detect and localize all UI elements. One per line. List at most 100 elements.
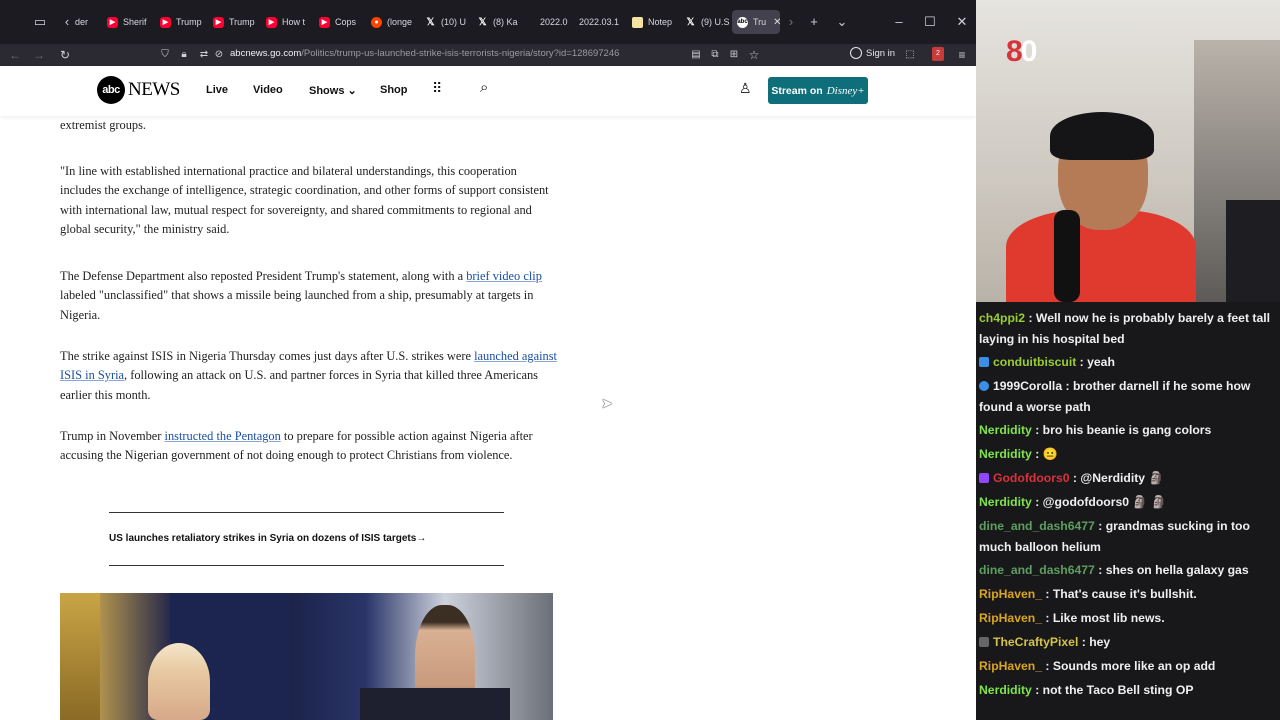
user-account-icon[interactable]: ♙ xyxy=(739,80,752,97)
tab-bar: ▭ ‹ der ▶ Sherif ▶ Trump ▶ Trump ▶ How t ▶ Co… xyxy=(0,0,976,44)
youtube-icon: ▶ xyxy=(213,16,224,28)
chat-panel: ch4ppi2 : Well now he is probably barely… xyxy=(976,302,1280,720)
maximize-icon[interactable]: ☐ xyxy=(921,13,939,31)
tab-8[interactable]: 𝕏 (8) Ka xyxy=(472,10,522,34)
screenshot-icon[interactable]: ⧉ xyxy=(706,46,724,64)
person-left-head xyxy=(148,643,210,720)
tab-10[interactable]: 2022.03.1 xyxy=(574,10,622,34)
tab-7[interactable]: 𝕏 (10) U xyxy=(420,10,470,34)
screen: ▭ ‹ der ▶ Sherif ▶ Trump ▶ Trump ▶ How t ▶ Co… xyxy=(0,0,1280,720)
save-to-pocket-icon[interactable]: ⊞ xyxy=(725,46,743,64)
paragraph-4: Trump in November instructed the Pentago… xyxy=(60,429,533,463)
paragraph-1: "In line with established international … xyxy=(60,164,549,237)
user-badge-icon xyxy=(979,637,989,647)
tab-6[interactable]: ● (longe xyxy=(366,10,418,34)
microphone xyxy=(1054,210,1080,302)
chat-message: Nerdidity : @godofdoors0 🗿 🗿 xyxy=(979,495,1167,509)
user-badge-icon xyxy=(979,381,989,391)
link-brief-video-clip[interactable]: brief video clip xyxy=(466,269,542,283)
gold-curtain xyxy=(60,593,100,720)
pc-case xyxy=(1226,200,1280,302)
reader-view-icon[interactable]: ▤ xyxy=(687,46,705,64)
paragraph-3: The strike against ISIS in Nigeria Thurs… xyxy=(60,349,557,402)
browser-window: ▭ ‹ der ▶ Sherif ▶ Trump ▶ Trump ▶ How t ▶ Co… xyxy=(0,0,976,720)
lock-icon[interactable]: 🔒︎ xyxy=(175,46,193,64)
extensions-icon[interactable]: ⬚ xyxy=(901,46,919,64)
tab-0[interactable]: der xyxy=(70,10,98,34)
chat-message: Godofdoors0 : @Nerdidity 🗿 xyxy=(979,468,1277,489)
sign-in-button[interactable]: Sign in xyxy=(850,47,895,59)
chat-message: dine_and_dash6477 : grandmas sucking in … xyxy=(979,519,1250,554)
tracking-shield-icon[interactable]: ⛉ xyxy=(156,46,174,64)
url-bar[interactable]: abcnews.go.com/Politics/trump-us-launche… xyxy=(230,48,619,59)
youtube-icon: ▶ xyxy=(266,16,277,28)
x-logo-icon: 𝕏 xyxy=(426,16,435,28)
related-story-link[interactable]: US launches retaliatory strikes in Syria… xyxy=(109,512,504,566)
nav-live[interactable]: Live xyxy=(206,84,228,96)
chat-message: Nerdidity : bro his beanie is gang color… xyxy=(979,423,1212,437)
menu-icon[interactable]: ≡ xyxy=(953,46,971,64)
tab-3[interactable]: ▶ Trump xyxy=(208,10,258,34)
back-icon[interactable]: ← xyxy=(6,46,24,64)
tab-12[interactable]: 𝕏 (9) U.S xyxy=(680,10,730,34)
new-tab-icon[interactable]: + xyxy=(805,13,823,31)
close-tab-icon[interactable]: ✕ xyxy=(773,17,780,28)
webcam-overlay-logo: 80 xyxy=(1006,35,1037,68)
link-instructed-the-pentagon[interactable]: instructed the Pentagon xyxy=(165,429,281,443)
scroll-tabs-right-icon[interactable]: › xyxy=(782,13,800,31)
chat-message: Nerdidity : 😐 xyxy=(979,447,1058,461)
tab-9[interactable]: 2022.0 xyxy=(535,10,575,34)
headset-cap xyxy=(1050,112,1154,160)
navigation-toolbar: ← → ↻ ⛉ 🔒︎ ⇄ ⊘ abcnews.go.com/Politics/t… xyxy=(0,44,976,66)
chat-message: Nerdidity : not the Taco Bell sting OP xyxy=(979,683,1194,697)
tab-5[interactable]: ▶ Cops xyxy=(314,10,364,34)
arrow-right-icon: → xyxy=(416,533,427,544)
abc-news-logo[interactable]: abc NEWS xyxy=(97,76,180,104)
tab-2[interactable]: ▶ Trump xyxy=(155,10,205,34)
tab-4[interactable]: ▶ How t xyxy=(261,10,311,34)
forward-icon[interactable]: → xyxy=(30,46,48,64)
apps-grid-icon[interactable]: ⠿ xyxy=(432,80,442,97)
nav-shop[interactable]: Shop xyxy=(380,84,408,96)
paragraph-0: extremist groups. xyxy=(60,118,147,132)
article-photo xyxy=(60,593,553,720)
nav-video[interactable]: Video xyxy=(253,84,283,96)
tab-13-active[interactable]: abc Tru ✕ xyxy=(732,10,780,34)
nav-shows[interactable]: Shows ⌄ xyxy=(309,84,357,97)
reddit-icon: ● xyxy=(371,16,382,28)
mic-blocked-icon[interactable]: ⊘ xyxy=(210,46,228,64)
tab-11[interactable]: Notep xyxy=(627,10,677,34)
minimize-icon[interactable]: – xyxy=(890,13,908,31)
tab-list-chevron-icon[interactable]: ⌄ xyxy=(833,13,851,31)
tab-1[interactable]: ▶ Sherif xyxy=(102,10,152,34)
mouse-cursor-icon: ➤ xyxy=(601,395,613,411)
chat-message: RipHaven_ : That's cause it's bullshit. xyxy=(979,587,1197,601)
bookmark-star-icon[interactable]: ☆ xyxy=(745,46,763,64)
subscriber-badge-icon xyxy=(979,357,989,367)
chat-message: 1999Corolla : brother darnell if he some… xyxy=(979,379,1251,414)
chat-message: TheCraftyPixel : hey xyxy=(979,632,1277,653)
dark-suit xyxy=(360,688,510,720)
stream-on-disney-button[interactable]: Stream on Disney+ xyxy=(768,77,868,104)
abc-news-icon: abc xyxy=(737,16,748,28)
chat-message: ch4ppi2 : Well now he is probably barely… xyxy=(979,311,1271,346)
chat-message: dine_and_dash6477 : shes on hella galaxy… xyxy=(979,563,1249,577)
tab-overview-icon[interactable]: ▭ xyxy=(31,13,49,31)
notepad-icon xyxy=(632,16,643,28)
mod-badge-icon xyxy=(979,473,989,483)
chevron-down-icon: ⌄ xyxy=(347,85,357,97)
search-icon[interactable]: ⌕ xyxy=(480,79,488,96)
youtube-icon: ▶ xyxy=(160,16,171,28)
chat-message: conduitbiscuit : yeah xyxy=(979,352,1277,373)
youtube-icon: ▶ xyxy=(319,16,330,28)
chat-message: RipHaven_ : Sounds more like an op add xyxy=(979,659,1216,673)
x-logo-icon: 𝕏 xyxy=(478,16,487,28)
account-icon xyxy=(850,47,862,59)
youtube-icon: ▶ xyxy=(107,16,118,28)
paragraph-2: The Defense Department also reposted Pre… xyxy=(60,269,542,322)
reload-icon[interactable]: ↻ xyxy=(56,46,74,64)
site-header: abc NEWS Live Video Shows ⌄ Shop ⠿ ⌕ ♙ S… xyxy=(0,66,976,116)
extension-badge[interactable]: 2 xyxy=(932,47,944,61)
close-window-icon[interactable]: ✕ xyxy=(953,13,971,31)
x-logo-icon: 𝕏 xyxy=(686,16,695,28)
